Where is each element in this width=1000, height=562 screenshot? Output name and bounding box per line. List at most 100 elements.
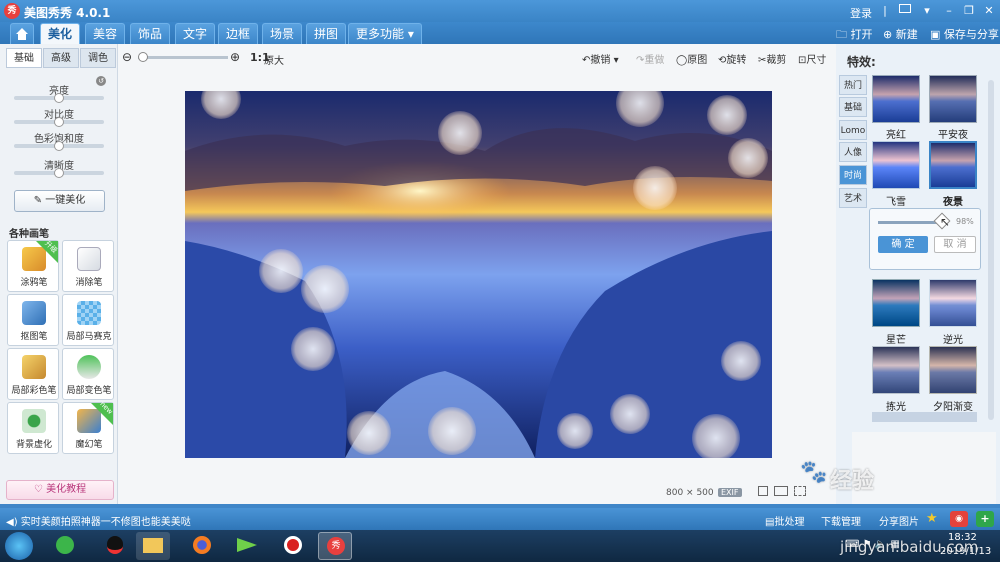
rotate-button[interactable]: ⟲旋转	[718, 51, 746, 66]
tab-basic[interactable]: 基础	[6, 48, 42, 68]
maximize-icon[interactable]: ❐	[960, 3, 978, 19]
mosaic-icon	[77, 301, 101, 325]
effects-scrollbar[interactable]	[988, 80, 994, 420]
firefox-icon[interactable]	[185, 532, 219, 560]
edited-photo[interactable]	[185, 91, 772, 458]
color-brush-button[interactable]: 局部彩色笔	[7, 348, 59, 400]
menu-icon[interactable]: ▾	[918, 3, 936, 19]
redo-label: 重做	[644, 55, 665, 66]
original-size-button[interactable]: 原大	[264, 52, 284, 67]
close-icon[interactable]: ✕	[980, 3, 998, 19]
effect-thumb-starburst[interactable]	[872, 279, 920, 327]
slider-knob[interactable]	[54, 93, 64, 103]
fullscreen-icon[interactable]	[794, 486, 806, 496]
tab-more[interactable]: 更多功能 ▾	[348, 23, 422, 44]
mosaic-brush-button[interactable]: 局部马赛克	[62, 294, 114, 346]
category-art[interactable]: 艺术	[839, 188, 867, 208]
sharpness-slider[interactable]	[14, 168, 104, 178]
cutout-brush-button[interactable]: 抠图笔	[7, 294, 59, 346]
effect-thumb-bright-red[interactable]	[872, 75, 920, 123]
tab-accessories[interactable]: 饰品	[130, 23, 171, 44]
download-manager-button[interactable]: 下载管理	[821, 513, 861, 528]
eraser-brush-button[interactable]: 消除笔	[62, 240, 114, 292]
category-portrait[interactable]: 人像	[839, 142, 867, 162]
message-icon[interactable]	[896, 3, 914, 19]
start-button[interactable]	[5, 532, 33, 560]
resize-button[interactable]: ⊡尺寸	[798, 51, 826, 66]
minimize-icon[interactable]: –	[940, 3, 958, 19]
login-link[interactable]: 登录	[850, 5, 872, 21]
category-lomo[interactable]: Lomo	[839, 120, 867, 140]
chevron-down-icon: ▾	[407, 27, 414, 41]
doodle-brush-button[interactable]: 升级 涂鸦笔	[7, 239, 59, 292]
brightness-slider[interactable]	[14, 93, 104, 103]
compare-view-icon[interactable]	[758, 486, 768, 496]
original-image-label: 原图	[687, 55, 708, 66]
category-fashion[interactable]: 时尚	[839, 165, 867, 185]
plus-icon[interactable]: +	[976, 511, 994, 527]
tab-beauty[interactable]: 美容	[85, 23, 126, 44]
effect-thumb-sunset-gradient[interactable]	[929, 346, 977, 394]
undo-button[interactable]: ↶撤销 ▾	[582, 51, 619, 66]
new-button[interactable]: ⊕ 新建	[883, 26, 918, 42]
tab-color[interactable]: 调色	[80, 48, 116, 68]
blur-background-button[interactable]: 背景虚化	[7, 402, 59, 454]
zoom-in-icon[interactable]: ⊕	[230, 50, 240, 64]
open-button[interactable]: 🗀 打开	[836, 26, 873, 45]
exif-button[interactable]: EXIF	[718, 488, 742, 497]
slider-knob[interactable]	[54, 168, 64, 178]
zoom-knob[interactable]	[138, 52, 148, 62]
tab-collage[interactable]: 拼图	[306, 23, 347, 44]
brush-label: 抠图笔	[20, 332, 48, 342]
promo-text[interactable]: ◀) 实时美颜拍照神器一不修图也能美美哒	[6, 513, 191, 528]
crop-button[interactable]: ✂裁剪	[758, 51, 786, 66]
chevron-down-icon: ▾	[613, 55, 619, 66]
effect-thumb-night-scene-selected[interactable]	[929, 141, 977, 189]
zoom-out-icon[interactable]: ⊖	[122, 50, 132, 64]
star-icon[interactable]: ★	[926, 511, 942, 527]
tab-advanced[interactable]: 高级	[43, 48, 79, 68]
camera-lens-icon	[22, 409, 46, 433]
zoom-slider[interactable]	[138, 52, 228, 62]
batch-label: 批处理	[774, 517, 805, 528]
tutorial-button[interactable]: ♡ 美化教程	[6, 480, 114, 500]
file-explorer-icon[interactable]	[136, 532, 170, 560]
effect-thumb-pick-light[interactable]	[872, 346, 920, 394]
one-click-beautify-button[interactable]: ✎ 一键美化	[14, 190, 105, 212]
effect-thumb-christmas-eve[interactable]	[929, 75, 977, 123]
meitu-taskbar-icon[interactable]: 秀	[318, 532, 352, 560]
slider-knob[interactable]	[54, 141, 64, 151]
save-share-button[interactable]: ▣ 保存与分享	[930, 26, 999, 42]
tab-beautify[interactable]: 美化	[40, 23, 81, 44]
contrast-slider[interactable]	[14, 117, 104, 127]
magic-brush-button[interactable]: new 魔幻笔	[62, 400, 114, 454]
original-image-button[interactable]: ◯原图	[676, 51, 707, 66]
qq-icon[interactable]	[98, 532, 132, 560]
media-player-icon[interactable]	[230, 532, 264, 560]
tab-scenes[interactable]: 场景	[262, 23, 303, 44]
batch-button[interactable]: ▤批处理	[765, 513, 804, 528]
screen-recorder-icon[interactable]	[276, 532, 310, 560]
image-dimensions: 800 × 500	[666, 488, 714, 498]
saturation-slider[interactable]	[14, 141, 104, 151]
slider-knob[interactable]	[54, 117, 64, 127]
cancel-button[interactable]: 取 消	[934, 236, 976, 253]
browser-360-icon[interactable]	[48, 532, 82, 560]
brush-label: 局部马赛克	[66, 332, 112, 342]
confirm-button[interactable]: 确 定	[878, 236, 928, 253]
effect-thumb-snow[interactable]	[872, 141, 920, 189]
tab-frames[interactable]: 边框	[218, 23, 259, 44]
brush-label: 局部彩色笔	[11, 386, 57, 396]
category-hot[interactable]: 热门	[839, 75, 867, 95]
recolor-brush-button[interactable]: 局部变色笔	[62, 348, 114, 400]
tab-text[interactable]: 文字	[175, 23, 216, 44]
home-tab[interactable]	[10, 23, 34, 44]
split-view-icon[interactable]	[774, 486, 788, 496]
redo-button[interactable]: ↷重做	[636, 51, 664, 66]
category-basic[interactable]: 基础	[839, 97, 867, 117]
share-image-button[interactable]: 分享图片	[879, 513, 919, 528]
weibo-icon[interactable]: ◉	[950, 511, 968, 527]
meitu-icon-text: 秀	[327, 537, 345, 555]
open-label: 打开	[850, 28, 873, 41]
effect-thumb-backlight[interactable]	[929, 279, 977, 327]
